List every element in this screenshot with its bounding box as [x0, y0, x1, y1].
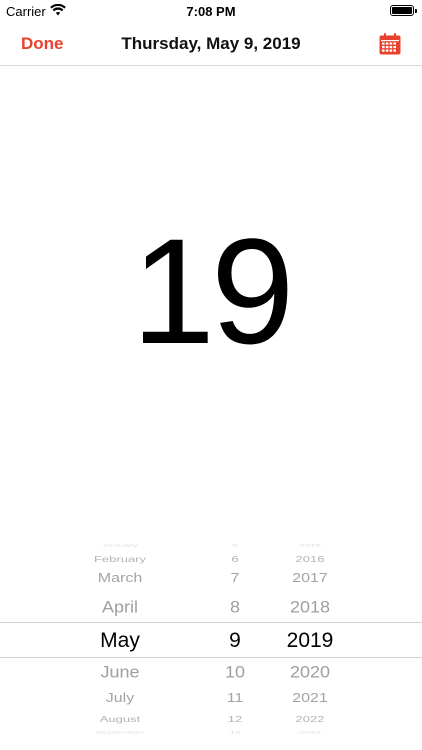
nav-title: Thursday, May 9, 2019: [121, 34, 301, 53]
picker-item[interactable]: 2017: [270, 572, 350, 586]
picker-item[interactable]: 5: [200, 544, 270, 548]
navigation-bar: Done Thursday, May 9, 2019: [0, 22, 422, 66]
picker-item[interactable]: 2018: [270, 599, 350, 616]
day-wheel[interactable]: 5 6 7 8 9 10 11 12 13: [200, 540, 270, 750]
picker-item[interactable]: 10: [200, 664, 270, 681]
status-bar: Carrier 7:08 PM: [0, 0, 422, 22]
picker-item[interactable]: September: [60, 731, 180, 735]
picker-item-selected[interactable]: 9: [200, 630, 270, 651]
picker-item[interactable]: January: [60, 544, 180, 548]
month-wheel[interactable]: January February March April May June July Augu…: [60, 540, 180, 750]
picker-item-selected[interactable]: May: [60, 630, 180, 651]
year-wheel[interactable]: 2015 2016 2017 2018 2019 2020 2021 2022 2023: [270, 540, 350, 750]
picker-item[interactable]: 2022: [270, 715, 350, 723]
picker-item[interactable]: June: [60, 664, 180, 681]
picker-item[interactable]: August: [60, 715, 180, 723]
picker-item[interactable]: February: [60, 555, 180, 563]
picker-item[interactable]: 8: [200, 599, 270, 616]
picker-item[interactable]: 2021: [270, 692, 350, 706]
selected-day-display: 19: [131, 207, 295, 375]
picker-item[interactable]: 2015: [270, 544, 350, 548]
picker-item-selected[interactable]: 2019: [270, 630, 350, 651]
calendar-icon[interactable]: [378, 32, 402, 56]
picker-item[interactable]: 6: [200, 555, 270, 563]
picker-item[interactable]: 2020: [270, 664, 350, 681]
battery-icon: [390, 5, 417, 16]
date-picker[interactable]: January February March April May June July Augu…: [0, 540, 422, 750]
picker-item[interactable]: 11: [200, 692, 270, 706]
picker-item[interactable]: 12: [200, 715, 270, 723]
picker-item[interactable]: April: [60, 599, 180, 616]
picker-item[interactable]: March: [60, 572, 180, 586]
picker-item[interactable]: 2023: [270, 731, 350, 735]
picker-item[interactable]: 13: [200, 731, 270, 735]
picker-item[interactable]: 2016: [270, 555, 350, 563]
date-picker-screen: Carrier 7:08 PM Done Thursday, May 9, 20…: [0, 0, 422, 750]
picker-item[interactable]: 7: [200, 572, 270, 586]
picker-item[interactable]: July: [60, 692, 180, 706]
status-time: 7:08 PM: [186, 4, 236, 19]
